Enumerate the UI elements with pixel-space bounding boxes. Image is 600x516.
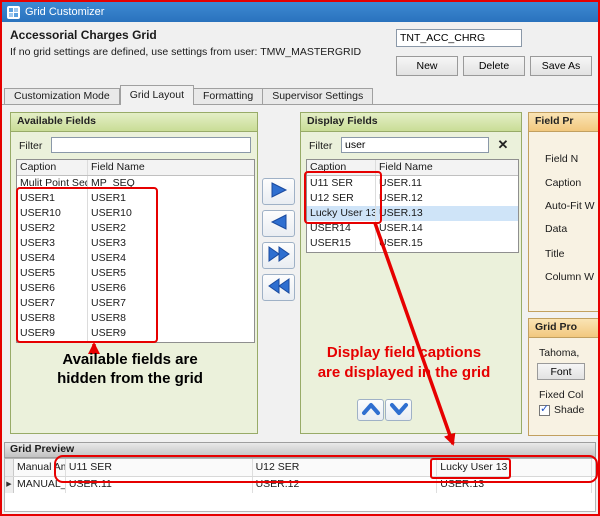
preview-cell: MANUAL_AM: [14, 477, 66, 493]
grid-customizer-window: Grid Customizer Accessorial Charges Grid…: [0, 0, 600, 516]
preview-cell: U: [592, 477, 595, 493]
display-fields-panel: Display Fields Filter ✕ Caption Field Na…: [300, 112, 522, 434]
preview-header-cell[interactable]: U: [592, 459, 595, 476]
save-as-button[interactable]: Save As: [530, 56, 592, 76]
table-row[interactable]: U11 SERUSER.11: [307, 176, 518, 191]
tab-supervisor-settings[interactable]: Supervisor Settings: [263, 88, 373, 105]
preview-header-cell[interactable]: U11 SER: [66, 459, 253, 476]
column-width-label: Column W: [545, 271, 594, 283]
shade-checkbox[interactable]: ✓: [539, 405, 550, 416]
display-filter-input[interactable]: [341, 137, 489, 153]
new-button[interactable]: New: [396, 56, 458, 76]
preview-cell: USER.13: [437, 477, 592, 493]
preview-header-cell[interactable]: Manual Amt.: [14, 459, 66, 476]
annotation-note-right: Display field captions are displayed in …: [285, 343, 523, 383]
table-row[interactable]: U12 SERUSER.12: [307, 191, 518, 206]
available-fields-grid: Caption Field Name Mulit Point SeqMP_SEQ…: [16, 159, 255, 343]
move-up-button[interactable]: [357, 399, 384, 421]
available-filter-input[interactable]: [51, 137, 251, 153]
column-header-field-name[interactable]: Field Name: [88, 160, 254, 175]
table-row[interactable]: Mulit Point SeqMP_SEQ: [17, 176, 254, 191]
column-header-field-name[interactable]: Field Name: [376, 160, 518, 175]
table-row[interactable]: USER4USER4: [17, 251, 254, 266]
settings-note: If no grid settings are defined, use set…: [10, 46, 361, 58]
font-button[interactable]: Font: [537, 363, 585, 380]
left-arrow-icon: [267, 213, 291, 234]
annotation-note-left: Available fields are hidden from the gri…: [24, 350, 236, 388]
preview-cell: USER.11: [66, 477, 253, 493]
preview-header-cell[interactable]: Lucky User 13: [437, 459, 592, 476]
tab-grid-layout[interactable]: Grid Layout: [120, 85, 194, 105]
check-icon: ✓: [540, 402, 549, 415]
down-arrow-icon: [387, 400, 411, 421]
filter-label: Filter: [309, 140, 332, 152]
corner-cell: [5, 459, 14, 476]
move-left-button[interactable]: [262, 210, 295, 237]
row-marker-icon: ▶: [5, 477, 14, 493]
table-row[interactable]: USER1USER1: [17, 191, 254, 206]
tab-customization-mode[interactable]: Customization Mode: [4, 88, 120, 105]
tab-strip: Customization Mode Grid Layout Formattin…: [4, 85, 373, 105]
table-row[interactable]: USER15USER.15: [307, 236, 518, 251]
table-row-selected[interactable]: Lucky User 13USER.13: [307, 206, 518, 221]
tab-formatting[interactable]: Formatting: [194, 88, 263, 105]
shade-label: Shade: [554, 404, 584, 416]
table-row[interactable]: USER7USER7: [17, 296, 254, 311]
column-header-caption[interactable]: Caption: [307, 160, 376, 175]
grid-header-row: Caption Field Name: [17, 160, 254, 176]
grid-properties-header: Grid Pro: [529, 319, 599, 338]
field-properties-panel: Field Pr Field N Caption Auto-Fit W Data…: [528, 112, 600, 312]
data-label: Data: [545, 223, 567, 235]
move-right-button[interactable]: [262, 178, 295, 205]
clear-filter-button[interactable]: ✕: [493, 136, 513, 154]
table-row[interactable]: USER8USER8: [17, 311, 254, 326]
table-row[interactable]: USER5USER5: [17, 266, 254, 281]
titlebar[interactable]: Grid Customizer: [2, 2, 598, 22]
table-row[interactable]: USER6USER6: [17, 281, 254, 296]
field-name-label: Field N: [545, 153, 578, 165]
display-fields-header: Display Fields: [301, 113, 521, 132]
close-icon: ✕: [498, 137, 509, 152]
delete-button[interactable]: Delete: [463, 56, 525, 76]
move-down-button[interactable]: [385, 399, 412, 421]
grid-header-row: Caption Field Name: [307, 160, 518, 176]
double-left-arrow-icon: [267, 277, 291, 298]
filter-label: Filter: [19, 140, 42, 152]
field-properties-header: Field Pr: [529, 113, 599, 132]
table-row[interactable]: USER14USER.14: [307, 221, 518, 236]
grid-code-input[interactable]: [396, 29, 522, 47]
grid-preview-header: Grid Preview: [4, 442, 596, 458]
move-all-left-button[interactable]: [262, 274, 295, 301]
grid-preview: Manual Amt. U11 SER U12 SER Lucky User 1…: [4, 458, 596, 512]
display-fields-grid: Caption Field Name U11 SERUSER.11 U12 SE…: [306, 159, 519, 253]
move-all-right-button[interactable]: [262, 242, 295, 269]
table-row[interactable]: USER9USER9: [17, 326, 254, 341]
table-row[interactable]: USER10USER10: [17, 206, 254, 221]
available-fields-header: Available Fields: [11, 113, 257, 132]
title-label: Title: [545, 248, 564, 260]
double-right-arrow-icon: [267, 245, 291, 266]
preview-header-cell[interactable]: U12 SER: [253, 459, 438, 476]
preview-cell: USER.12: [253, 477, 438, 493]
window-title: Grid Customizer: [25, 6, 104, 18]
preview-header-row: Manual Amt. U11 SER U12 SER Lucky User 1…: [5, 459, 595, 477]
grid-title: Accessorial Charges Grid: [10, 28, 157, 42]
table-row[interactable]: USER3USER3: [17, 236, 254, 251]
grid-properties-panel: Grid Pro Tahoma, Font Fixed Col ✓ Shade: [528, 318, 600, 436]
table-row[interactable]: USER2USER2: [17, 221, 254, 236]
auto-fit-label: Auto-Fit W: [545, 200, 595, 212]
caption-label: Caption: [545, 177, 581, 189]
right-arrow-icon: [267, 181, 291, 202]
fixed-columns-label: Fixed Col: [539, 389, 583, 401]
column-header-caption[interactable]: Caption: [17, 160, 88, 175]
up-arrow-icon: [359, 400, 383, 421]
preview-data-row[interactable]: ▶ MANUAL_AM USER.11 USER.12 USER.13 U: [5, 477, 595, 493]
font-value: Tahoma,: [539, 347, 579, 359]
app-icon: [7, 6, 20, 19]
